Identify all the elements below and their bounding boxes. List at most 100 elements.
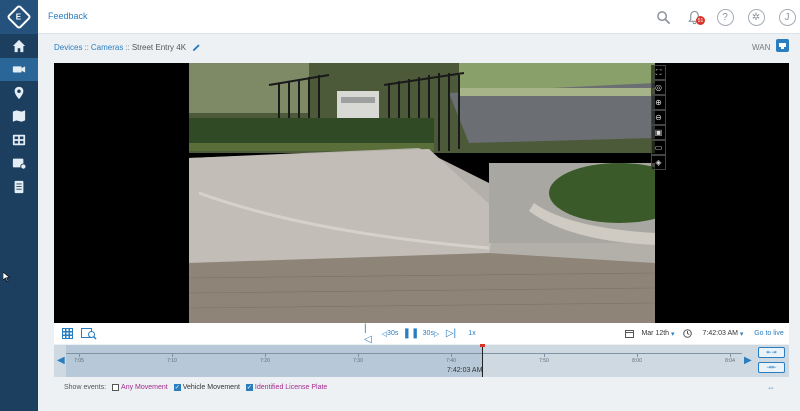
timeline-fit-button[interactable]: ⇔ (760, 380, 782, 394)
timeline-next-icon[interactable]: ▶ (744, 355, 752, 366)
fullscreen-icon[interactable]: ⛶ (651, 65, 666, 80)
reports-icon (14, 180, 24, 193)
layers-icon[interactable]: ◈ (651, 155, 666, 170)
timeline-tick-label: 7:20 (260, 358, 270, 364)
logo-text: E (16, 12, 22, 22)
timeline-tick-label: 7:10 (167, 358, 177, 364)
camera-feed[interactable] (189, 63, 655, 323)
timeline-prev-icon[interactable]: ◀ (57, 355, 65, 366)
grid-view-button[interactable] (60, 327, 74, 340)
image-adjust-icon[interactable]: ▣ (651, 125, 666, 140)
timeline[interactable]: ◀ ▶ 7:05 7:10 7:20 7:30 7:40 7:50 8:00 8:04 7:4… (54, 344, 789, 377)
nav-location[interactable] (0, 81, 38, 105)
nav-home[interactable] (0, 34, 38, 58)
recording-settings-icon (12, 158, 26, 170)
home-icon (12, 39, 26, 52)
skip-end-icon[interactable]: ▷| (446, 327, 456, 340)
breadcrumb-current: Street Entry 4K (131, 43, 187, 52)
nav-video-wall[interactable] (0, 128, 38, 152)
pause-icon[interactable]: ❚❚ (403, 327, 420, 340)
breadcrumb-separator: :: (125, 43, 130, 52)
help-icon: ? (716, 8, 734, 26)
speed-button[interactable]: 1x (466, 327, 478, 340)
network-label: WAN (752, 43, 771, 52)
timeline-tick-label: 7:05 (74, 358, 84, 364)
timeline-tick-label: 8:00 (632, 358, 642, 364)
zoom-in-icon[interactable]: ⊕ (651, 95, 666, 110)
breadcrumb-separator: :: (84, 43, 89, 52)
app-root: E Feedback 51 ? ✲ J Devices:: Cameras:… (0, 0, 800, 411)
network-icon[interactable] (776, 39, 789, 52)
timeline-zoom-in-button[interactable]: ⇤⇥ (758, 347, 785, 358)
forward-30-button[interactable]: 30s ▷ (423, 327, 440, 340)
zoom-out-icon[interactable]: ⊖ (651, 110, 666, 125)
timeline-tick-label: 8:04 (725, 358, 735, 364)
video-toolbar: ⛶ ◎ ⊕ ⊖ ▣ ▭ ◈ (651, 65, 666, 170)
playhead-time: 7:42:03 AM (447, 367, 483, 374)
rewind-30-button[interactable]: ◁ 30s (382, 327, 399, 340)
avatar: J (778, 8, 796, 26)
checkbox[interactable]: ✓ (173, 383, 181, 391)
timeline-tick (265, 353, 266, 357)
skip-start-icon[interactable]: |◁ (364, 323, 374, 345)
events-filter: Show events: Any Movement ✓ Vehicle Move… (54, 380, 789, 394)
event-label: Identified License Plate (254, 383, 328, 391)
feedback-link[interactable]: Feedback (48, 11, 88, 21)
breadcrumb: Devices :: Cameras :: Street Entry 4K (54, 43, 201, 52)
settings-button[interactable]: ✲ (746, 7, 766, 27)
timeline-zoom-out-button[interactable]: ⇥⇤ (758, 362, 785, 373)
event-label: Any Movement (121, 383, 168, 391)
video-search-icon (80, 327, 97, 340)
notification-badge: 51 (696, 16, 705, 25)
timeline-tick (730, 353, 731, 357)
nav-map[interactable] (0, 105, 38, 129)
overlay-icon[interactable]: ▭ (651, 140, 666, 155)
events-label: Show events: (64, 383, 107, 391)
mouse-cursor (3, 272, 11, 282)
event-license-plate[interactable]: ✓ Identified License Plate (245, 383, 328, 391)
playhead-marker (480, 344, 485, 347)
playback-controls: |◁ ◁ 30s ❚❚ 30s ▷ ▷| 1x Mar 12th ▾ 7:42:03… (54, 323, 789, 345)
search-button[interactable] (653, 7, 673, 27)
checkbox[interactable] (112, 383, 120, 391)
top-bar: Feedback 51 ? ✲ J (38, 0, 800, 34)
nav-reports[interactable] (0, 175, 38, 199)
event-any-movement[interactable]: Any Movement (112, 383, 168, 391)
gear-icon: ✲ (747, 8, 765, 26)
timeline-tick-label: 7:50 (539, 358, 549, 364)
go-to-live-button[interactable]: Go to live (753, 327, 785, 340)
timeline-tick-label: 7:40 (446, 358, 456, 364)
breadcrumb-devices[interactable]: Devices (54, 43, 82, 52)
timeline-tick (544, 353, 545, 357)
timeline-tick (451, 353, 452, 357)
timeline-tick (172, 353, 173, 357)
timeline-tick (79, 353, 80, 357)
nav-devices[interactable] (0, 57, 38, 81)
devices-icon (12, 66, 26, 73)
time-select[interactable]: 7:42:03 AM ▾ (700, 327, 746, 340)
event-vehicle-movement[interactable]: ✓ Vehicle Movement (173, 383, 240, 391)
help-button[interactable]: ? (715, 7, 735, 27)
video-player[interactable]: ⛶ ◎ ⊕ ⊖ ▣ ▭ ◈ (54, 63, 789, 323)
nav-recording-settings[interactable] (0, 152, 38, 176)
snapshot-icon[interactable]: ◎ (651, 80, 666, 95)
notifications-button[interactable]: 51 (684, 7, 705, 27)
grid-icon (61, 328, 73, 339)
logo[interactable]: E (0, 0, 38, 34)
timeline-track (66, 353, 742, 354)
timeline-tick (358, 353, 359, 357)
breadcrumb-cameras[interactable]: Cameras (91, 43, 123, 52)
location-icon (14, 86, 24, 99)
camera-image (189, 63, 655, 323)
date-select[interactable]: Mar 12th ▾ (638, 327, 678, 340)
calendar-icon[interactable] (624, 327, 634, 340)
checkbox[interactable]: ✓ (245, 383, 253, 391)
search-video-button[interactable] (80, 327, 97, 340)
timeline-recorded-range (66, 345, 482, 377)
user-menu-button[interactable]: J (777, 7, 797, 27)
pencil-icon[interactable] (192, 43, 201, 52)
sidebar: E (0, 0, 38, 411)
clock-icon[interactable] (682, 327, 692, 340)
search-icon (656, 10, 670, 24)
timeline-tick (637, 353, 638, 357)
